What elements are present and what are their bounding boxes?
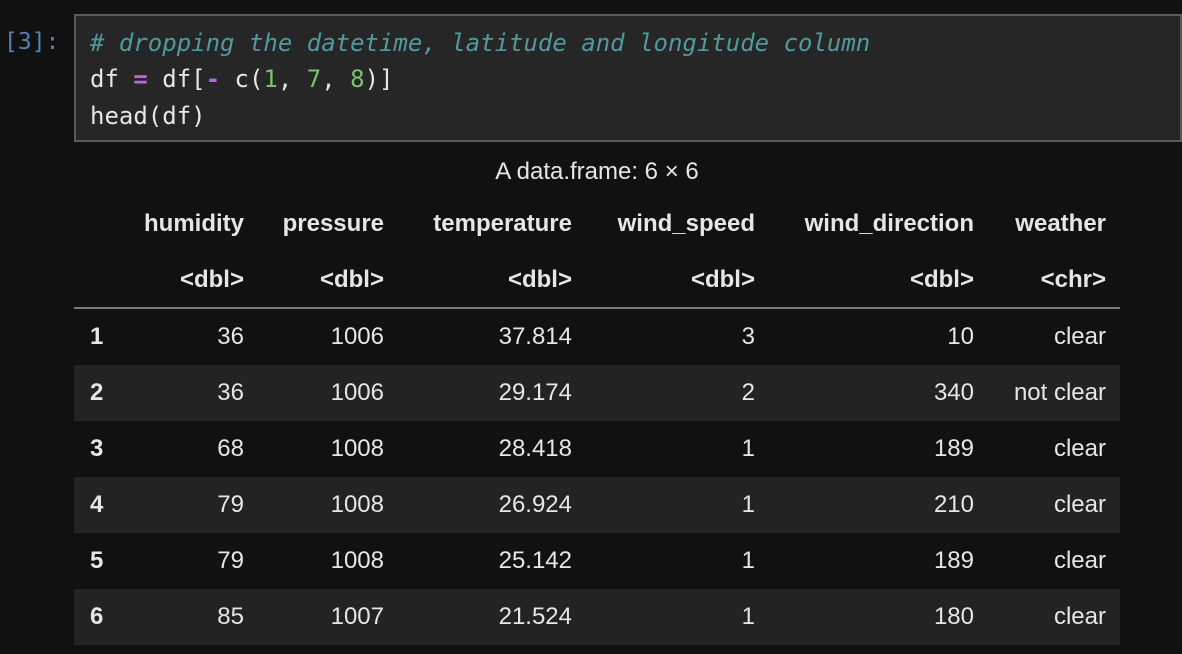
row-index: 1 (90, 323, 104, 350)
code-token: c( (220, 65, 264, 93)
code-token: , (321, 65, 351, 93)
table-cell: clear (1053, 323, 1106, 350)
table-cell: 1 (741, 547, 755, 574)
table-cell: clear (1053, 491, 1106, 518)
column-type: <dbl> (909, 266, 974, 293)
table-cell: 1 (741, 491, 755, 518)
table-cell: 2 (741, 379, 755, 406)
table-cell: 340 (933, 379, 974, 406)
table-cell: not clear (1013, 379, 1106, 406)
table-cell: clear (1053, 603, 1106, 630)
table-cell: 36 (217, 323, 244, 350)
table-cell: 25.142 (498, 547, 572, 574)
table-cell: 3 (741, 323, 755, 350)
table-cell: 79 (217, 491, 244, 518)
table-type-row: <dbl> <dbl> <dbl> <dbl> <dbl> <chr> (74, 252, 1120, 309)
table-cell: 68 (217, 435, 244, 462)
table-cell: 1 (741, 435, 755, 462)
code-number: 1 (263, 65, 278, 93)
table-cell: 1006 (330, 379, 384, 406)
dataframe-table: humidity pressure temperature wind_speed… (74, 196, 1120, 645)
table-cell: 36 (217, 379, 244, 406)
code-cell-editor[interactable]: # dropping the datetime, latitude and lo… (74, 14, 1182, 142)
table-cell: 10 (947, 323, 974, 350)
table-cell: 189 (933, 435, 974, 462)
table-cell: 1006 (330, 323, 384, 350)
table-cell: 1 (741, 603, 755, 630)
table-cell: 79 (217, 547, 244, 574)
table-cell: 1007 (330, 603, 384, 630)
table-cell: 29.174 (498, 379, 572, 406)
column-type: <chr> (1040, 266, 1106, 293)
code-token: , (277, 65, 307, 93)
column-header-wind-direction: wind_direction (804, 210, 974, 237)
code-token: df[ (147, 65, 206, 93)
table-caption: A data.frame: 6 × 6 (495, 158, 699, 185)
table-cell: 21.524 (498, 603, 572, 630)
table-cell: 85 (217, 603, 244, 630)
column-header-temperature: temperature (433, 210, 572, 237)
table-cell: 210 (933, 491, 974, 518)
code-operator: - (205, 65, 221, 93)
column-header-pressure: pressure (282, 210, 384, 237)
row-index: 2 (90, 379, 104, 406)
table-cell: 28.418 (498, 435, 572, 462)
table-cell: 1008 (330, 435, 384, 462)
column-header-weather: weather (1015, 210, 1106, 237)
code-line-1[interactable]: # dropping the datetime, latitude and lo… (90, 28, 870, 58)
table-cell: 1008 (330, 491, 384, 518)
column-header-wind-speed: wind_speed (617, 210, 755, 237)
row-index: 6 (90, 603, 104, 630)
table-cell: clear (1053, 435, 1106, 462)
column-type: <dbl> (319, 266, 384, 293)
notebook-output-area: [3]: # dropping the datetime, latitude a… (0, 0, 1182, 654)
code-token: )] (364, 65, 394, 93)
code-token: df (90, 65, 134, 93)
table-cell: 189 (933, 547, 974, 574)
table-row: 4 79 1008 26.924 1 210 clear (74, 477, 1120, 533)
code-token: head(df) (90, 102, 206, 130)
table-cell: 37.814 (498, 323, 572, 350)
table-row: 3 68 1008 28.418 1 189 clear (74, 421, 1120, 477)
table-row: 1 36 1006 37.814 3 10 clear (74, 309, 1120, 365)
column-type: <dbl> (690, 266, 755, 293)
code-operator: = (133, 65, 148, 93)
code-comment: # dropping the datetime, latitude and lo… (90, 29, 871, 57)
table-cell: 26.924 (498, 491, 572, 518)
column-header-humidity: humidity (144, 210, 244, 237)
code-number: 8 (350, 65, 365, 93)
row-index: 5 (90, 547, 104, 574)
table-header-row: humidity pressure temperature wind_speed… (74, 196, 1120, 252)
row-index: 3 (90, 435, 104, 462)
table-row: 5 79 1008 25.142 1 189 clear (74, 533, 1120, 589)
column-type: <dbl> (507, 266, 572, 293)
table-cell: clear (1053, 547, 1106, 574)
code-line-2[interactable]: df = df[- c(1, 7, 8)] (90, 64, 394, 94)
table-cell: 180 (933, 603, 974, 630)
table-cell: 1008 (330, 547, 384, 574)
table-row: 6 85 1007 21.524 1 180 clear (74, 589, 1120, 645)
code-number: 7 (306, 65, 322, 93)
cell-prompt: [3]: (4, 29, 60, 55)
column-type: <dbl> (179, 266, 244, 293)
row-index: 4 (90, 491, 104, 518)
code-line-3[interactable]: head(df) (90, 101, 206, 131)
table-row: 2 36 1006 29.174 2 340 not clear (74, 365, 1120, 421)
